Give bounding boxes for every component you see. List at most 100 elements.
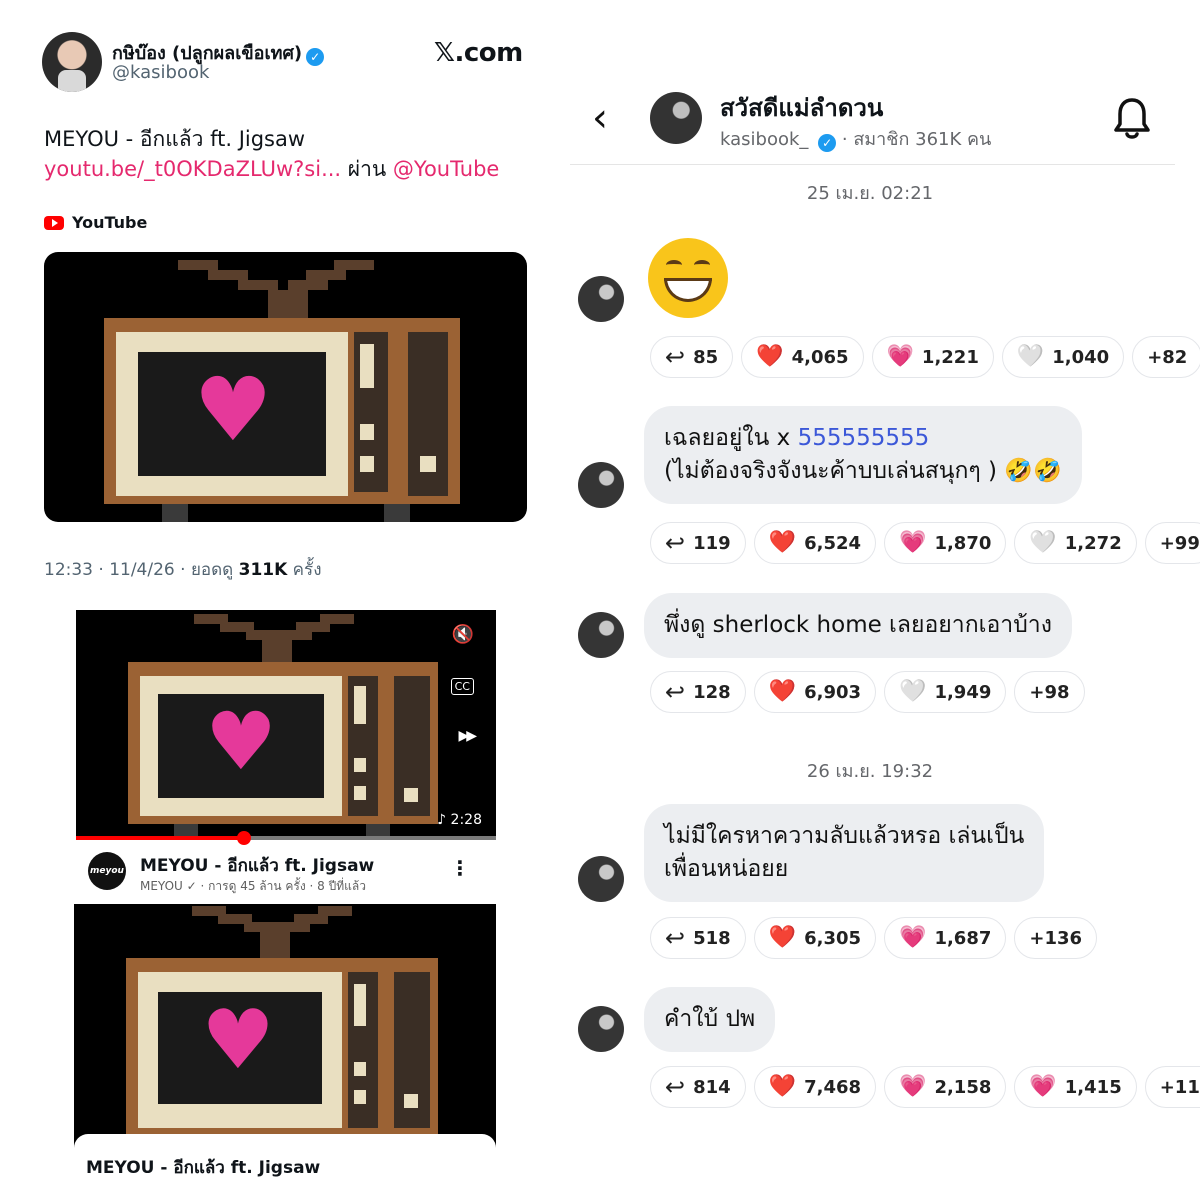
reply-button[interactable]: ↩ 518 bbox=[650, 917, 746, 959]
reaction-more[interactable]: +99 bbox=[1144, 522, 1200, 564]
reply-icon: ↩ bbox=[665, 1073, 686, 1101]
channel-logo[interactable]: meyou bbox=[88, 852, 126, 890]
reaction-pink-heart[interactable]: 💗 2,158 bbox=[884, 1066, 1007, 1108]
date-separator: 25 เม.ย. 02:21 bbox=[806, 183, 934, 204]
heart-icon: ♥ bbox=[201, 993, 275, 1088]
red-heart-icon: ❤️ bbox=[768, 925, 797, 950]
reply-icon: ↩ bbox=[665, 529, 686, 557]
link-card-thumbnail[interactable]: ♥ bbox=[44, 252, 527, 522]
author-handle[interactable]: @kasibook bbox=[112, 62, 209, 83]
video-thumbnail-2[interactable]: ♥ bbox=[74, 904, 496, 1148]
youtube-icon bbox=[44, 215, 64, 230]
reaction-sparkling-heart[interactable]: 💗 1,415 bbox=[1014, 1066, 1137, 1108]
tweet-panel: กษิบ๊อง (ปลูกผลเขือเทศ) ✓ @kasibook 𝕏.com… bbox=[0, 0, 560, 1200]
video-info[interactable]: meyou MEYOU - อีกแล้ว ft. Jigsaw MEYOU ✓… bbox=[76, 848, 496, 900]
message-avatar[interactable] bbox=[578, 612, 624, 658]
message-text: (ไม่ต้องจริงจังนะค้าบบเล่นสนุกๆ ) 🤣🤣 bbox=[664, 458, 1062, 484]
captions-icon[interactable]: CC bbox=[450, 678, 474, 695]
tweet-link[interactable]: youtu.be/_t0OKDaZLUw?si... bbox=[44, 157, 341, 181]
reaction-bar: ↩ 518 ❤️ 6,305 💗 1,687 +136 bbox=[650, 917, 1098, 959]
reaction-white-heart[interactable]: 🤍 1,949 bbox=[884, 671, 1007, 713]
reaction-red-heart[interactable]: ❤️ 6,903 bbox=[753, 671, 877, 713]
progress-bar[interactable] bbox=[76, 836, 496, 840]
duration-text: 2:28 bbox=[450, 812, 482, 828]
reply-button[interactable]: ↩ 814 bbox=[650, 1066, 746, 1108]
header-divider bbox=[570, 164, 1175, 165]
verified-icon: ✓ bbox=[306, 48, 325, 66]
channel-handle: kasibook_ bbox=[720, 129, 809, 150]
reply-icon: ↩ bbox=[665, 343, 686, 371]
reaction-pink-heart[interactable]: 💗 1,221 bbox=[871, 336, 994, 378]
reply-button[interactable]: ↩ 85 bbox=[650, 336, 734, 378]
message-avatar[interactable] bbox=[578, 1006, 624, 1052]
channel-avatar[interactable] bbox=[650, 92, 702, 144]
tweet-text-plain: MEYOU - อีกแล้ว ft. Jigsaw bbox=[44, 127, 306, 151]
message-bubble[interactable]: ไม่มีใครหาความลับแล้วหรอ เล่นเป็น เพื่อน… bbox=[644, 804, 1045, 902]
pink-heart-icon: 💗 bbox=[899, 530, 927, 555]
reply-icon: ↩ bbox=[665, 924, 686, 952]
video-card-2[interactable]: MEYOU - อีกแล้ว ft. Jigsaw bbox=[74, 1134, 496, 1200]
card-source: YouTube bbox=[44, 213, 147, 232]
tweet-timestamp[interactable]: 12:33 · 11/4/26 · ยอดดู bbox=[44, 560, 239, 580]
reaction-count: +115 bbox=[1159, 1076, 1200, 1098]
message-avatar[interactable] bbox=[578, 462, 624, 508]
reply-count: 128 bbox=[693, 681, 731, 703]
reaction-pink-heart[interactable]: 💗 1,870 bbox=[884, 522, 1007, 564]
bell-icon[interactable] bbox=[1112, 96, 1152, 140]
author-avatar[interactable] bbox=[42, 32, 102, 92]
tweet-mention[interactable]: @YouTube bbox=[393, 157, 499, 181]
reaction-count: 1,870 bbox=[934, 532, 992, 554]
reaction-more[interactable]: +82 bbox=[1132, 336, 1200, 378]
back-icon[interactable]: ‹ bbox=[592, 98, 620, 140]
broadcast-channel: ‹ สวัสดีแม่ลำดวน kasibook_ ✓ · สมาชิก 36… bbox=[570, 0, 1200, 1200]
pink-heart-icon: 💗 bbox=[899, 925, 927, 950]
message-bubble[interactable]: พึ่งดู sherlock home เลยอยากเอาบ้าง bbox=[644, 593, 1072, 658]
reaction-bar: ↩ 119 ❤️ 6,524 💗 1,870 🤍 1,272 +99 bbox=[650, 522, 1200, 564]
tv-illustration: ♥ bbox=[44, 252, 527, 522]
reaction-more[interactable]: +115 bbox=[1144, 1066, 1200, 1108]
reaction-red-heart[interactable]: ❤️ 7,468 bbox=[753, 1066, 877, 1108]
sparkling-heart-icon: 💗 bbox=[1029, 1074, 1057, 1099]
reply-count: 119 bbox=[693, 532, 731, 554]
next-icon[interactable]: ▶▶ bbox=[458, 728, 476, 744]
reaction-count: +136 bbox=[1029, 927, 1083, 949]
reaction-bar: ↩ 85 ❤️ 4,065 💗 1,221 🤍 1,040 +82 bbox=[650, 336, 1200, 378]
reaction-count: 1,415 bbox=[1064, 1076, 1122, 1098]
message-avatar[interactable] bbox=[578, 276, 624, 322]
reaction-more[interactable]: +136 bbox=[1014, 917, 1098, 959]
mute-icon[interactable]: 🔇 bbox=[452, 624, 474, 645]
author-name-text[interactable]: กษิบ๊อง (ปลูกผลเขือเทศ) bbox=[112, 43, 302, 64]
reaction-count: 7,468 bbox=[804, 1076, 862, 1098]
video-title[interactable]: MEYOU - อีกแล้ว ft. Jigsaw bbox=[140, 852, 374, 879]
member-count: · สมาชิก 361K คน bbox=[841, 129, 992, 150]
reaction-white-heart[interactable]: 🤍 1,272 bbox=[1014, 522, 1137, 564]
message-bubble[interactable]: คำใบ้ ปพ bbox=[644, 987, 776, 1052]
message-avatar[interactable] bbox=[578, 856, 624, 902]
reaction-white-heart[interactable]: 🤍 1,040 bbox=[1001, 336, 1125, 378]
reply-button[interactable]: ↩ 128 bbox=[650, 671, 746, 713]
message-bubble[interactable]: เฉลยอยู่ใน x 555555555 (ไม่ต้องจริงจังนะ… bbox=[644, 406, 1082, 504]
progress-knob[interactable] bbox=[237, 831, 251, 845]
channel-name[interactable]: สวัสดีแม่ลำดวน bbox=[720, 88, 883, 127]
more-icon[interactable]: ⋮ bbox=[450, 856, 470, 880]
video-player[interactable]: ♥ 🔇 CC ▶▶ ♪ 2:28 bbox=[76, 610, 496, 838]
reaction-red-heart[interactable]: ❤️ 6,524 bbox=[753, 522, 877, 564]
reaction-count: 1,949 bbox=[934, 681, 992, 703]
reply-button[interactable]: ↩ 119 bbox=[650, 522, 746, 564]
reaction-pink-heart[interactable]: 💗 1,687 bbox=[884, 917, 1007, 959]
card-source-label: YouTube bbox=[72, 213, 148, 232]
reaction-count: 6,305 bbox=[804, 927, 862, 949]
tweet-text: MEYOU - อีกแล้ว ft. Jigsaw youtu.be/_t0O… bbox=[44, 124, 514, 184]
reaction-red-heart[interactable]: ❤️ 6,305 bbox=[753, 917, 877, 959]
reaction-more[interactable]: +98 bbox=[1014, 671, 1085, 713]
reaction-count: 4,065 bbox=[791, 346, 849, 368]
reaction-red-heart[interactable]: ❤️ 4,065 bbox=[741, 336, 864, 378]
music-icon: ♪ bbox=[437, 812, 447, 828]
video-title-2[interactable]: MEYOU - อีกแล้ว ft. Jigsaw bbox=[86, 1154, 320, 1181]
message-text: เฉลยอยู่ใน x bbox=[664, 425, 798, 451]
white-heart-icon: 🤍 bbox=[899, 679, 927, 704]
reaction-count: 1,687 bbox=[934, 927, 992, 949]
progress-fill bbox=[76, 836, 244, 840]
tweet-meta: 12:33 · 11/4/26 · ยอดดู 311K ครั้ง bbox=[44, 556, 322, 583]
reaction-count: 1,272 bbox=[1064, 532, 1122, 554]
